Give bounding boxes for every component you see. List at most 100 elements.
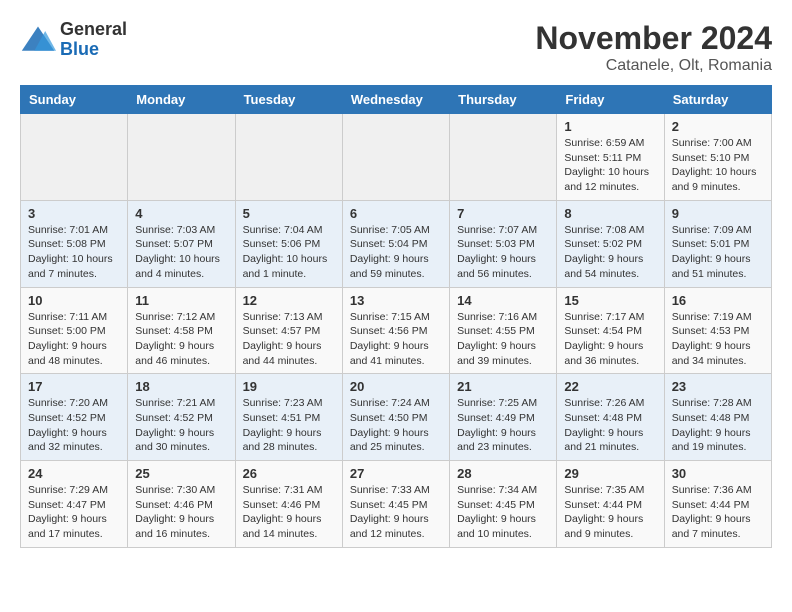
day-info: Sunrise: 7:12 AMSunset: 4:58 PMDaylight:… [135,310,227,369]
day-info: Sunrise: 7:00 AMSunset: 5:10 PMDaylight:… [672,136,764,195]
calendar-cell [21,114,128,201]
calendar-cell: 15Sunrise: 7:17 AMSunset: 4:54 PMDayligh… [557,287,664,374]
day-number: 12 [243,293,335,308]
logo-icon [20,22,56,58]
weekday-header: Friday [557,86,664,114]
day-info: Sunrise: 7:35 AMSunset: 4:44 PMDaylight:… [564,483,656,542]
day-info: Sunrise: 7:21 AMSunset: 4:52 PMDaylight:… [135,396,227,455]
day-number: 26 [243,466,335,481]
calendar-cell: 5 Sunrise: 7:04 AMSunset: 5:06 PMDaylight… [235,200,342,287]
day-info: Sunrise: 7:26 AMSunset: 4:48 PMDaylight:… [564,396,656,455]
weekday-header: Tuesday [235,86,342,114]
calendar-cell: 17Sunrise: 7:20 AMSunset: 4:52 PMDayligh… [21,374,128,461]
calendar-cell [450,114,557,201]
calendar-cell: 30 Sunrise: 7:36 AMSunset: 4:44 PMDayligh… [664,461,771,548]
calendar-cell: 25 Sunrise: 7:30 AMSunset: 4:46 PMDayligh… [128,461,235,548]
day-number: 20 [350,379,442,394]
day-number: 19 [243,379,335,394]
calendar-cell: 27 Sunrise: 7:33 AMSunset: 4:45 PMDayligh… [342,461,449,548]
calendar-cell: 14 Sunrise: 7:16 AMSunset: 4:55 PMDayligh… [450,287,557,374]
day-info: Sunrise: 7:28 AMSunset: 4:48 PMDaylight:… [672,396,764,455]
calendar-cell: 10Sunrise: 7:11 AMSunset: 5:00 PMDayligh… [21,287,128,374]
day-info: Sunrise: 7:13 AMSunset: 4:57 PMDaylight:… [243,310,335,369]
calendar-cell: 26 Sunrise: 7:31 AMSunset: 4:46 PMDayligh… [235,461,342,548]
calendar-cell: 11 Sunrise: 7:12 AMSunset: 4:58 PMDayligh… [128,287,235,374]
day-info: Sunrise: 7:07 AMSunset: 5:03 PMDaylight:… [457,223,549,282]
day-info: Sunrise: 7:19 AMSunset: 4:53 PMDaylight:… [672,310,764,369]
calendar-cell: 7Sunrise: 7:07 AMSunset: 5:03 PMDaylight… [450,200,557,287]
calendar-cell: 1 Sunrise: 6:59 AMSunset: 5:11 PMDaylight… [557,114,664,201]
day-info: Sunrise: 7:04 AMSunset: 5:06 PMDaylight:… [243,223,335,282]
day-info: Sunrise: 7:31 AMSunset: 4:46 PMDaylight:… [243,483,335,542]
day-number: 23 [672,379,764,394]
day-info: Sunrise: 7:36 AMSunset: 4:44 PMDaylight:… [672,483,764,542]
day-info: Sunrise: 7:08 AMSunset: 5:02 PMDaylight:… [564,223,656,282]
calendar-cell: 13 Sunrise: 7:15 AMSunset: 4:56 PMDayligh… [342,287,449,374]
day-number: 25 [135,466,227,481]
logo-text: General Blue [60,20,127,60]
day-info: Sunrise: 7:34 AMSunset: 4:45 PMDaylight:… [457,483,549,542]
day-info: Sunrise: 7:24 AMSunset: 4:50 PMDaylight:… [350,396,442,455]
calendar-week-row: 3 Sunrise: 7:01 AMSunset: 5:08 PMDaylight… [21,200,772,287]
day-info: Sunrise: 7:09 AMSunset: 5:01 PMDaylight:… [672,223,764,282]
logo-general: General [60,19,127,39]
calendar-week-row: 17Sunrise: 7:20 AMSunset: 4:52 PMDayligh… [21,374,772,461]
calendar-cell [128,114,235,201]
day-number: 13 [350,293,442,308]
calendar-cell: 2 Sunrise: 7:00 AMSunset: 5:10 PMDaylight… [664,114,771,201]
title-block: November 2024 Catanele, Olt, Romania [535,20,772,75]
day-number: 16 [672,293,764,308]
weekday-header: Monday [128,86,235,114]
day-number: 8 [564,206,656,221]
calendar-cell: 12 Sunrise: 7:13 AMSunset: 4:57 PMDayligh… [235,287,342,374]
day-info: Sunrise: 7:15 AMSunset: 4:56 PMDaylight:… [350,310,442,369]
day-number: 14 [457,293,549,308]
day-info: Sunrise: 7:16 AMSunset: 4:55 PMDaylight:… [457,310,549,369]
calendar-cell: 23 Sunrise: 7:28 AMSunset: 4:48 PMDayligh… [664,374,771,461]
calendar-cell: 8 Sunrise: 7:08 AMSunset: 5:02 PMDaylight… [557,200,664,287]
day-number: 28 [457,466,549,481]
day-number: 15 [564,293,656,308]
day-info: Sunrise: 7:01 AMSunset: 5:08 PMDaylight:… [28,223,120,282]
calendar-cell: 16 Sunrise: 7:19 AMSunset: 4:53 PMDayligh… [664,287,771,374]
day-info: Sunrise: 6:59 AMSunset: 5:11 PMDaylight:… [564,136,656,195]
day-info: Sunrise: 7:03 AMSunset: 5:07 PMDaylight:… [135,223,227,282]
calendar-cell: 6Sunrise: 7:05 AMSunset: 5:04 PMDaylight… [342,200,449,287]
calendar-cell: 19 Sunrise: 7:23 AMSunset: 4:51 PMDayligh… [235,374,342,461]
weekday-header-row: SundayMondayTuesdayWednesdayThursdayFrid… [21,86,772,114]
logo-blue: Blue [60,39,99,59]
day-number: 21 [457,379,549,394]
calendar-week-row: 24Sunrise: 7:29 AMSunset: 4:47 PMDayligh… [21,461,772,548]
day-number: 5 [243,206,335,221]
calendar-cell: 20 Sunrise: 7:24 AMSunset: 4:50 PMDayligh… [342,374,449,461]
calendar-cell [342,114,449,201]
day-number: 1 [564,119,656,134]
month-title: November 2024 [535,20,772,57]
day-number: 11 [135,293,227,308]
calendar-cell: 3 Sunrise: 7:01 AMSunset: 5:08 PMDaylight… [21,200,128,287]
day-number: 9 [672,206,764,221]
calendar-cell: 4Sunrise: 7:03 AMSunset: 5:07 PMDaylight… [128,200,235,287]
day-number: 30 [672,466,764,481]
calendar-cell: 18 Sunrise: 7:21 AMSunset: 4:52 PMDayligh… [128,374,235,461]
weekday-header: Wednesday [342,86,449,114]
location: Catanele, Olt, Romania [535,57,772,75]
day-number: 17 [28,379,120,394]
day-info: Sunrise: 7:23 AMSunset: 4:51 PMDaylight:… [243,396,335,455]
day-number: 27 [350,466,442,481]
weekday-header: Thursday [450,86,557,114]
day-number: 2 [672,119,764,134]
day-number: 18 [135,379,227,394]
calendar-cell: 29Sunrise: 7:35 AMSunset: 4:44 PMDayligh… [557,461,664,548]
calendar-table: SundayMondayTuesdayWednesdayThursdayFrid… [20,85,772,548]
calendar-cell [235,114,342,201]
day-number: 3 [28,206,120,221]
weekday-header: Sunday [21,86,128,114]
day-number: 22 [564,379,656,394]
calendar-cell: 24Sunrise: 7:29 AMSunset: 4:47 PMDayligh… [21,461,128,548]
day-info: Sunrise: 7:05 AMSunset: 5:04 PMDaylight:… [350,223,442,282]
day-info: Sunrise: 7:25 AMSunset: 4:49 PMDaylight:… [457,396,549,455]
day-info: Sunrise: 7:33 AMSunset: 4:45 PMDaylight:… [350,483,442,542]
day-info: Sunrise: 7:30 AMSunset: 4:46 PMDaylight:… [135,483,227,542]
day-number: 10 [28,293,120,308]
